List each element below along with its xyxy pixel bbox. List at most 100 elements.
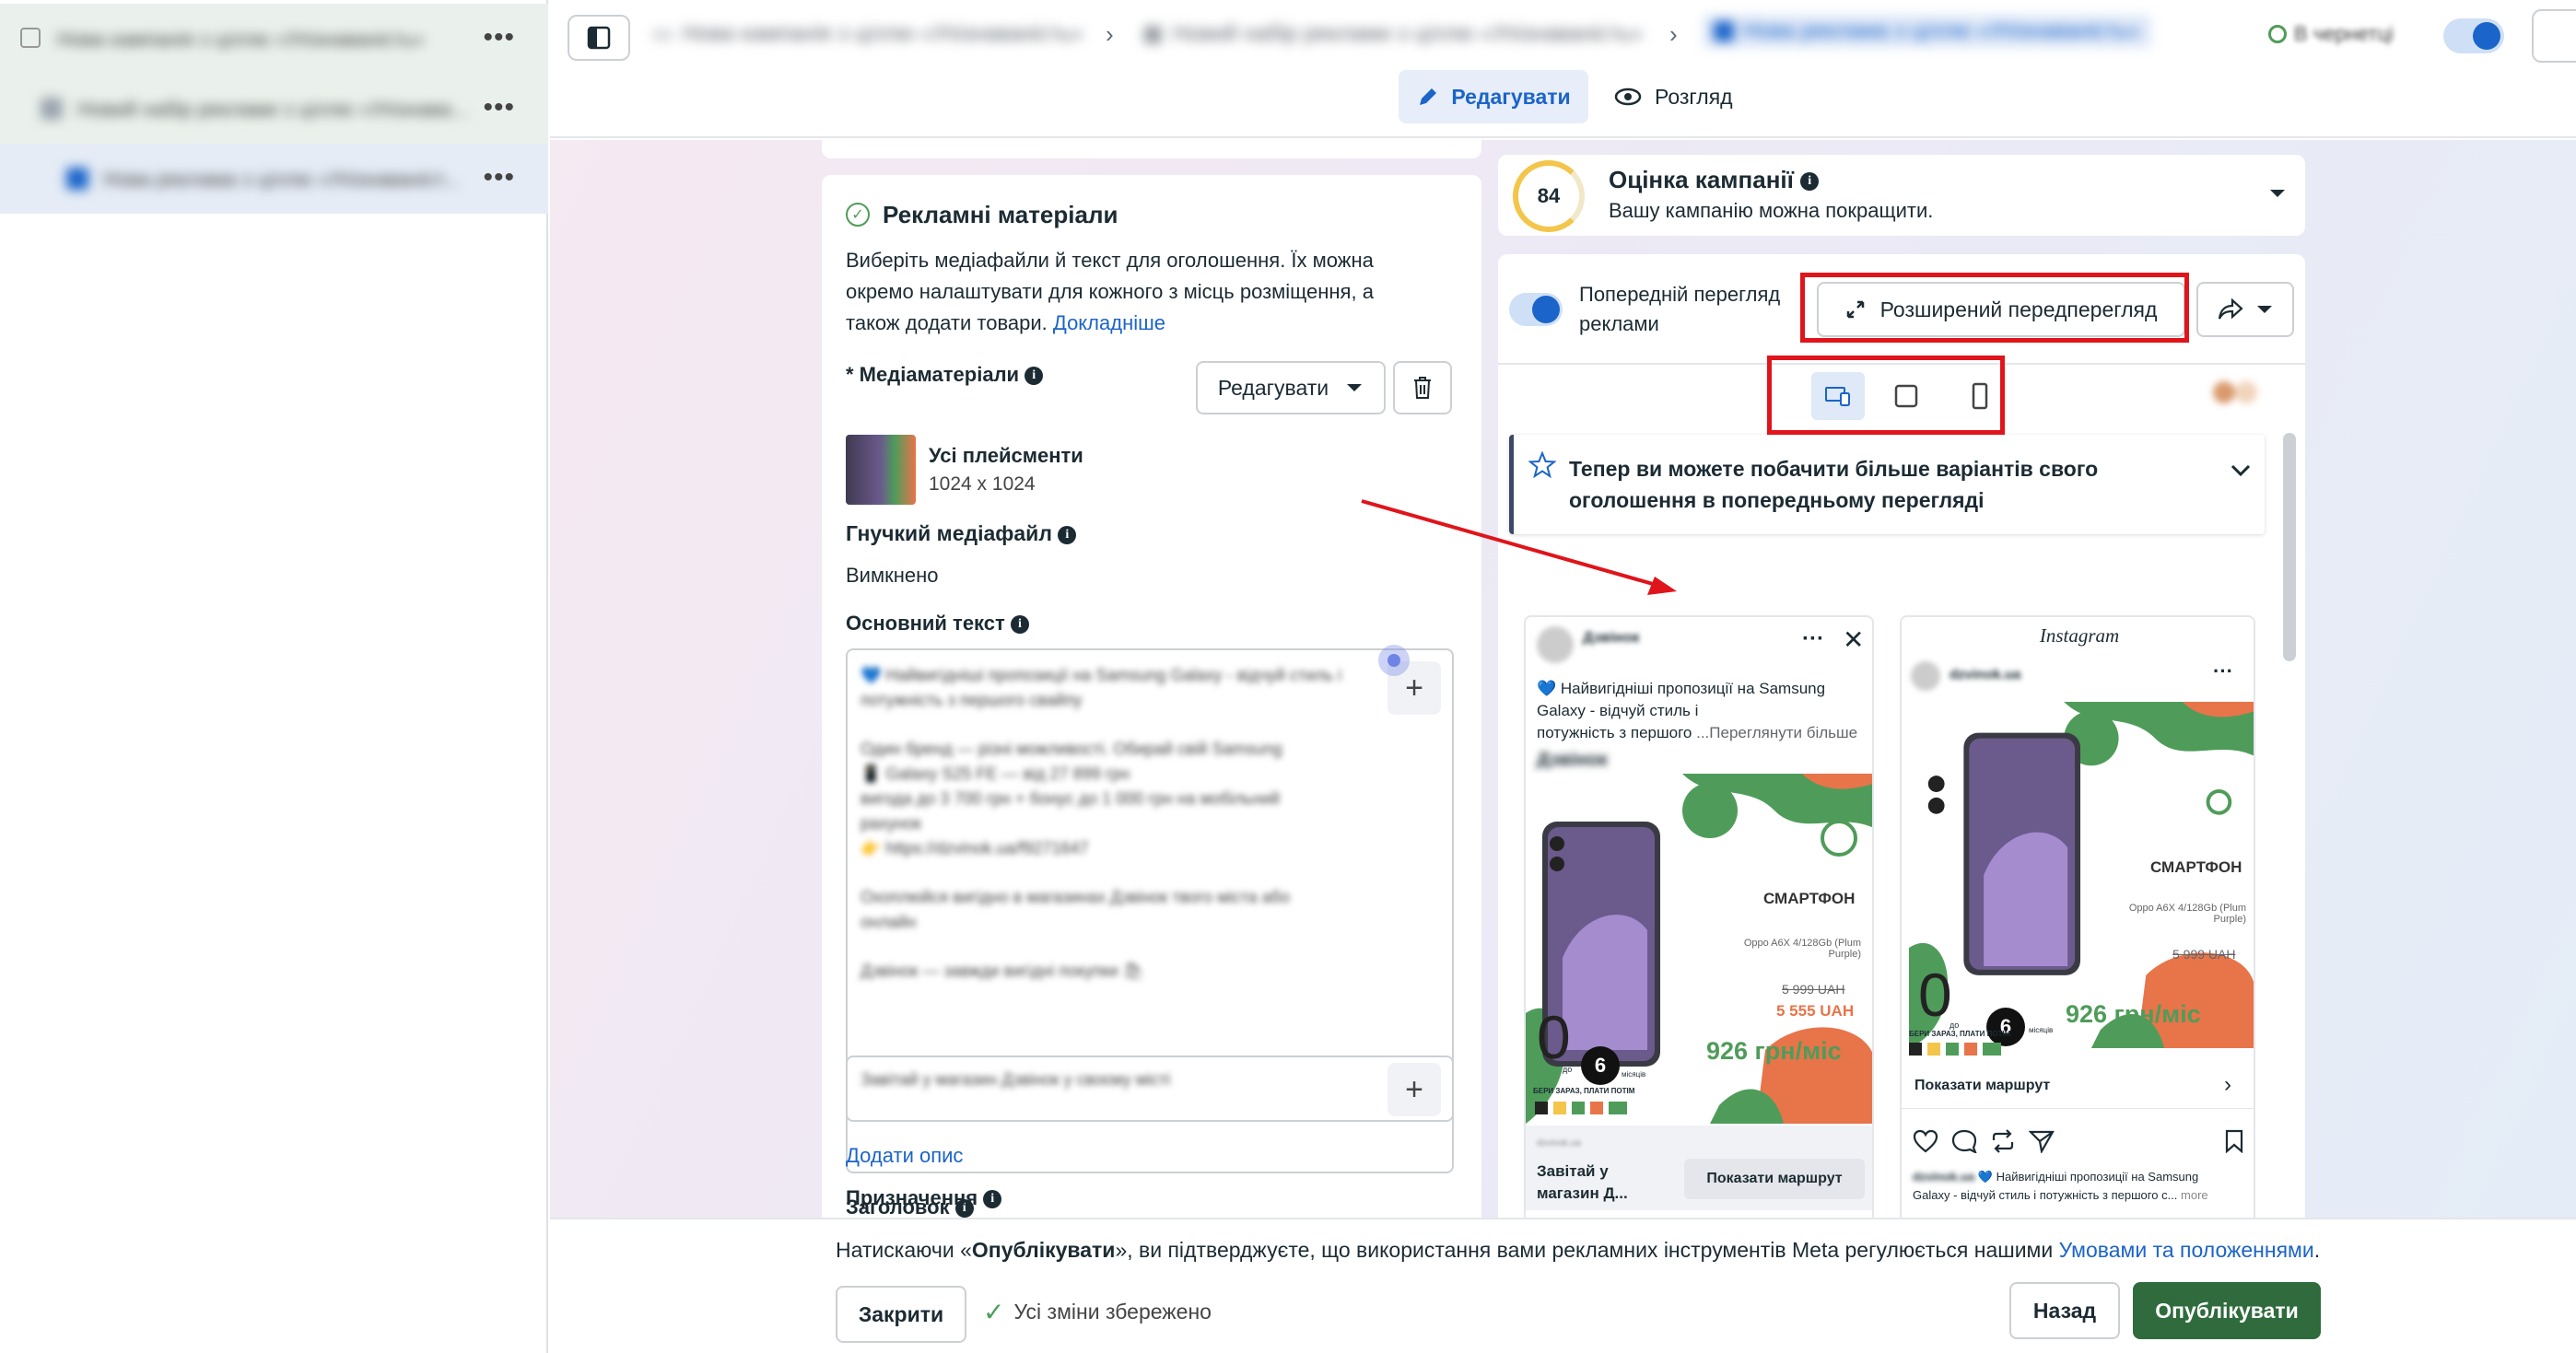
tab-label: Розгляд <box>1655 84 1733 109</box>
publish-toggle[interactable] <box>2443 18 2504 53</box>
add-description-link[interactable]: Додати опис <box>846 1144 963 1168</box>
view-all-devices-button[interactable] <box>1811 372 1865 420</box>
ad-model: Oppo A6X 4/128Gb (Plum Purple) <box>2119 903 2246 925</box>
old-price: 5 999 UAH <box>1782 982 1845 997</box>
info-icon[interactable]: i <box>1010 615 1029 635</box>
more-icon[interactable]: ··· <box>2213 659 2233 683</box>
post-text: 💙 Найвигідніші пропозиції на Samsung Gal… <box>1537 678 1868 744</box>
more-menu-button[interactable] <box>2532 9 2576 63</box>
chevron-right-icon: › <box>2224 1072 2231 1097</box>
back-button[interactable]: Назад <box>2009 1282 2120 1339</box>
send-icon[interactable] <box>2029 1129 2055 1153</box>
sidebar-toggle-button[interactable] <box>568 15 630 61</box>
breadcrumb-label: Новий набір реклами з ціллю «Упізнаваніс… <box>1172 20 1643 46</box>
breadcrumb-adset[interactable]: ▦ Новий набір реклами з ціллю «Упізнаван… <box>1142 20 1643 47</box>
notice-bold: Опублікувати <box>971 1238 1116 1262</box>
share-dropdown-button[interactable] <box>2196 282 2294 337</box>
sponsor-name: Дзвінок <box>1537 750 1608 770</box>
months-text: місяців <box>1622 1070 1646 1079</box>
text-line: Дзвінок — завжди вигідні покупки 🛍 <box>861 962 1144 980</box>
terms-notice: Натискаючи «Опублікувати», ви підтверджу… <box>836 1238 2320 1263</box>
button-label: Розширений передперегляд <box>1879 297 2158 321</box>
learn-more-link[interactable]: Докладніше <box>1053 311 1165 334</box>
flexible-media-label: Гнучкий медіафайл i <box>846 521 1077 546</box>
more-icon[interactable]: ••• <box>483 24 515 52</box>
payment-logos <box>1535 1102 1627 1114</box>
publish-button[interactable]: Опублікувати <box>2133 1282 2321 1339</box>
view-square-button[interactable] <box>1879 372 1933 420</box>
tab-review[interactable]: Розгляд <box>1614 70 1762 123</box>
more-link[interactable]: more <box>2181 1188 2208 1202</box>
text-line: 💙 Найвигідніші пропозиції на Samsung Gal… <box>861 666 1342 684</box>
caption-line: Galaxy - відчуй стиль і потужність з пер… <box>1913 1188 2178 1202</box>
close-button[interactable]: Закрити <box>836 1286 966 1343</box>
see-more-link[interactable]: ...Переглянути більше <box>1696 724 1857 741</box>
save-status-text: Усі зміни збережено <box>1013 1300 1212 1324</box>
scrollbar-thumb[interactable] <box>2283 433 2296 661</box>
banner-line: Тепер ви можете побачити більше варіанті… <box>1569 457 2099 481</box>
score-title: Оцінка кампанії i <box>1609 166 1820 194</box>
ad-model: Oppo A6X 4/128Gb (Plum Purple) <box>1739 938 1861 960</box>
more-icon[interactable]: ••• <box>483 94 515 122</box>
bookmark-icon[interactable] <box>2224 1129 2244 1153</box>
show-route-button[interactable]: Показати маршрут <box>1684 1159 1865 1199</box>
media-edit-dropdown[interactable]: Редагувати <box>1196 361 1386 414</box>
delete-media-button[interactable] <box>1393 361 1452 414</box>
facebook-preview-card: Дзвінок ··· ✕ 💙 Найвигідніші пропозиції … <box>1524 615 1874 1231</box>
placements-size: 1024 x 1024 <box>929 473 1036 495</box>
text-line: онлайн <box>861 913 917 931</box>
info-icon[interactable]: i <box>1058 525 1077 544</box>
repost-icon[interactable] <box>1990 1129 2016 1153</box>
breadcrumb-ad[interactable]: Нова реклама з ціллю «Упізнаваність» <box>1703 15 2151 48</box>
cta-title: Завітай у магазин Д... <box>1537 1161 1628 1205</box>
terms-link[interactable]: Умовами та положеннями <box>2059 1238 2314 1262</box>
chevron-down-icon[interactable] <box>2268 188 2287 199</box>
footer-bar: Натискаючи «Опублікувати», ви підтверджу… <box>550 1218 2576 1353</box>
chevron-down-icon[interactable] <box>2231 464 2251 477</box>
tree-item-ad[interactable]: Нова реклама з ціллю «Упізнаваніст... ••… <box>0 144 548 214</box>
media-thumbnail[interactable] <box>846 435 916 505</box>
primary-text-label: Основний текст i <box>846 612 1029 636</box>
label-line: Попередній перегляд <box>1579 283 1781 306</box>
check-icon: ✓ <box>983 1298 1005 1326</box>
info-icon[interactable]: i <box>1800 172 1820 192</box>
caption-account: dzvinok.ua <box>1913 1170 1975 1184</box>
ad-image: СМАРТФОН Oppo A6X 4/128Gb (Plum Purple) 5… <box>1526 774 1872 1124</box>
ig-cta-row[interactable]: Показати маршрут › <box>1902 1067 2254 1109</box>
label-line: реклами <box>1579 312 1659 335</box>
text-line: Охоплюйся вигідно в магазинах Дзвінок тв… <box>861 888 1290 906</box>
red-arrow-icon <box>1361 499 1677 595</box>
model-line: Oppo A6X 4/128Gb (Plum <box>2128 903 2246 914</box>
comment-icon[interactable] <box>1951 1129 1977 1153</box>
trash-icon <box>1414 377 1431 399</box>
info-icon[interactable]: i <box>1025 367 1044 386</box>
more-icon[interactable]: ··· <box>1802 626 1824 652</box>
tree-item-adset[interactable]: Новий набір реклами з ціллю «Упізнава...… <box>0 74 548 144</box>
tab-edit[interactable]: Редагувати <box>1399 70 1588 123</box>
score-gauge: 84 <box>1513 160 1585 232</box>
new-price: 5 555 UAH <box>1776 1002 1855 1020</box>
cta-domain: dzvinok.ua <box>1537 1138 1581 1149</box>
heart-icon[interactable] <box>1913 1129 1938 1153</box>
prev-card-bottom <box>822 138 1481 158</box>
tree-item-campaign[interactable]: Нова кампанія з ціллю «Упізнаваність» ••… <box>0 4 548 74</box>
more-icon[interactable]: ••• <box>483 164 515 192</box>
breadcrumb-campaign[interactable]: ▭ Нова кампанія з ціллю «Упізнаваність» <box>652 20 1083 47</box>
advanced-preview-button[interactable]: Розширений передперегляд <box>1817 282 2185 337</box>
show-route-link: Показати маршрут <box>1914 1078 2051 1093</box>
tab-label: Редагувати <box>1451 84 1571 109</box>
headline-field[interactable]: Завітай у магазин Дзвінок у своєму місті… <box>846 1056 1454 1122</box>
checkbox-icon[interactable] <box>20 28 41 48</box>
info-icon[interactable]: i <box>983 1190 1002 1209</box>
instagram-preview-card: Instagram dzvinok.ua ··· СМАРТФОН Oppo A… <box>1900 615 2255 1231</box>
add-headline-button[interactable]: + <box>1388 1063 1441 1116</box>
campaign-score-card[interactable]: 84 Оцінка кампанії i Вашу кампанію можна… <box>1498 155 2305 236</box>
preview-toggle[interactable] <box>1509 293 1563 326</box>
model-line: Purple) <box>2213 914 2246 925</box>
ad-icon <box>1714 21 1734 41</box>
close-icon[interactable]: ✕ <box>1843 624 1864 655</box>
account-name: dzvinok.ua <box>1950 667 2021 682</box>
new-price: 5 555 UAH <box>2160 967 2238 985</box>
view-mobile-button[interactable] <box>1953 372 2007 420</box>
cta-line: Завітай у <box>1537 1162 1609 1180</box>
